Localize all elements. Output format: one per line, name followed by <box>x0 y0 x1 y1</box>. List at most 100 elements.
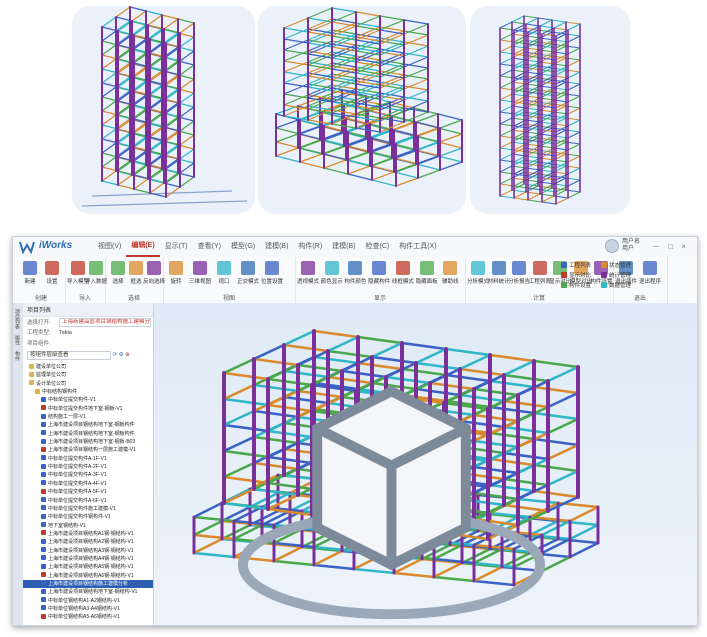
menu-item[interactable]: 模型(G) <box>226 237 260 257</box>
tree-item[interactable]: 上海市建设项目钢结构地下室-钢板构件 <box>23 430 153 438</box>
tree-item[interactable]: 中标单位提交构件A-3F-V1 <box>23 471 153 479</box>
tree-item[interactable]: 上海市建设项目钢结构A5钢-钢结构-V1 <box>23 563 153 571</box>
ribbon-button[interactable]: 隐藏构件 <box>368 261 390 285</box>
menu-item[interactable]: 建模(B) <box>327 237 360 257</box>
ribbon-button[interactable]: 线框模式 <box>392 261 414 285</box>
settings-icon[interactable]: ⚙ <box>119 352 124 358</box>
tree-item[interactable]: 上海市建设项目钢结构地下室-钢板构件 <box>23 421 153 429</box>
menu-item[interactable]: 显示(T) <box>160 237 193 257</box>
tree-item[interactable]: 中标结构钢构件 <box>23 388 153 396</box>
menu-item[interactable]: 检查(C) <box>361 237 395 257</box>
ribbon-button-label: 视口 <box>218 279 230 285</box>
ribbon-button[interactable]: 旋转 <box>165 261 187 285</box>
group-row: 项目组件: <box>23 339 153 350</box>
file-icon <box>41 597 46 603</box>
window-controls[interactable]: － □ × <box>652 241 689 252</box>
ribbon-button[interactable]: 视口 <box>213 261 235 285</box>
ribbon-small-button[interactable]: 状态管理 <box>601 261 631 269</box>
ribbon-button[interactable]: 颜色显示 <box>321 261 343 285</box>
tree-item[interactable]: 中标单位钢结构A3-A4钢结构-V1 <box>23 605 153 613</box>
iworks-logo-icon <box>19 241 35 254</box>
ribbon-button[interactable]: 导入数据 <box>85 261 107 285</box>
ribbon-button[interactable]: 正交模式 <box>237 261 259 285</box>
tree-item[interactable]: 中标单位提交构件A-6F-V1 <box>23 497 153 505</box>
tree-item[interactable]: 中标单位提交构件A-2F-V1 <box>23 463 153 471</box>
menu-item[interactable]: 建模(B) <box>260 237 293 257</box>
side-tab[interactable]: 构件 <box>14 351 21 361</box>
tree-item-label: 上海市建设项目钢结构A6钢-钢结构-V1 <box>48 572 134 579</box>
file-icon <box>41 513 46 519</box>
ribbon-button[interactable]: 反向选择 <box>143 261 165 285</box>
user-area[interactable]: 用户名 用户 － □ × <box>605 239 689 253</box>
menu-item[interactable]: 查看(Y) <box>193 237 226 257</box>
filter-dropdown[interactable]: 按组件层级查看 <box>27 351 111 360</box>
file-icon <box>41 530 46 536</box>
small-button-label: 数据管理 <box>609 283 632 289</box>
tree-item[interactable]: 结构施工一层-V1 <box>23 413 153 421</box>
tree-item-label: 中标单位提交构件A-2F-V1 <box>48 464 107 471</box>
avatar[interactable] <box>605 239 620 253</box>
tree-item[interactable]: 上海市建设项目钢结构A1钢-钢结构-V1 <box>23 530 153 538</box>
tree-item[interactable]: 上海市建设项目钢结构地下室-钢板-B03 <box>23 438 153 446</box>
tree-item[interactable]: 中标单位提交构件A-4F-V1 <box>23 480 153 488</box>
ribbon-small-button[interactable]: 工程列表 <box>561 261 591 269</box>
ribbon-button[interactable]: 分析模式 <box>467 261 489 285</box>
tree-item[interactable]: 上海市建设项目钢结构地下室-钢结构-V1 <box>23 588 153 596</box>
ribbon-small-button[interactable]: 构件设置 <box>561 281 591 289</box>
ribbon-button[interactable]: 辅助线 <box>439 261 461 285</box>
ribbon-small-button[interactable]: 数据管理 <box>601 281 631 289</box>
ribbon-button[interactable]: 工程列表 <box>529 261 551 285</box>
tree-item[interactable]: 中标单位提交构件A-1F-V1 <box>23 455 153 463</box>
ribbon-button[interactable]: 材料统计 <box>488 261 510 285</box>
menu-item[interactable]: 视图(V) <box>93 237 126 257</box>
tree-item[interactable]: 地下室钢结构-V1 <box>23 522 153 530</box>
file-icon <box>41 480 46 486</box>
tool-icon <box>129 261 143 275</box>
tree-item[interactable]: 上海市建设项目钢结构一层施工建模-V1 <box>23 446 153 454</box>
side-tab[interactable]: 项目列表 <box>14 309 21 329</box>
tree-item[interactable]: 上海市建设项目钢结构A2钢-钢结构-V1 <box>23 538 153 546</box>
ribbon-button[interactable]: 三维视图 <box>189 261 211 285</box>
tool-icon <box>471 261 485 275</box>
small-tool-icon <box>601 262 607 268</box>
tree-item[interactable]: 中标单位提交构件-V1 <box>23 396 153 404</box>
ribbon-button[interactable]: 新建 <box>19 261 41 285</box>
ribbon-button[interactable]: 设置 <box>41 261 63 285</box>
tool-icon <box>395 261 410 275</box>
tree-item[interactable]: 中标单位提交构件地下室-钢板-V1 <box>23 405 153 413</box>
tree-item[interactable]: 中标单位钢结构A5-A6钢结构-V1 <box>23 613 153 621</box>
file-icon <box>41 555 46 561</box>
tree-item[interactable]: 中标单位提交构件钢构件-V1 <box>23 513 153 521</box>
ribbon-small-button[interactable]: 显示对比 <box>561 271 591 279</box>
tree-item[interactable]: 中标单位提交构件A-5F-V1 <box>23 488 153 496</box>
tree-item[interactable]: 上海市建设项目钢结构A6钢-钢结构-V1 <box>23 572 153 580</box>
ribbon-button[interactable]: 构件颜色 <box>344 261 366 285</box>
file-icon <box>41 471 46 477</box>
menu-item[interactable]: 构件(R) <box>293 237 327 257</box>
tree-item[interactable]: 中标单位钢结构A1-A2钢结构-V1 <box>23 597 153 605</box>
tree-item[interactable]: 上海市建设项目钢结构施工建模分析 <box>23 579 153 589</box>
ribbon-button[interactable]: 分析报告 <box>508 261 530 285</box>
tree-item[interactable]: 监理单位公司 <box>23 371 153 379</box>
project-tree: 建设单位公司 监理单位公司 设计单位公司 中标结构钢构件 中标单位提交构件-V1 中标单位… <box>23 363 153 625</box>
ribbon-button[interactable]: 隐藏面板 <box>416 261 438 285</box>
tree-item[interactable]: 建设单位公司 <box>23 363 153 371</box>
refresh-icon[interactable]: ⟳ <box>113 352 118 358</box>
tree-item-label: 中标单位钢结构A5-A6钢结构-V1 <box>48 614 120 621</box>
tree-item[interactable]: 上海市建设项目钢结构A3钢-钢结构-V1 <box>23 547 153 555</box>
ribbon-small-button[interactable]: 统计管理 <box>601 271 631 279</box>
ribbon-button[interactable]: 退出程序 <box>639 261 661 285</box>
view-cube-icon[interactable] <box>154 317 663 625</box>
tree-item[interactable]: 上海市建设项目钢结构A4钢-钢结构-V1 <box>23 555 153 563</box>
menu-item[interactable]: 编辑(E) <box>126 237 160 257</box>
project-panel: 项目列表 选择打开: 上海新建高层项目钢结构施工建模分析 工程类型: Tekla 项… <box>23 303 154 625</box>
side-tab[interactable]: 属性 <box>14 335 21 345</box>
ribbon-button[interactable]: 透视模式 <box>297 261 319 285</box>
menu-item[interactable]: 构件工具(X) <box>394 237 441 257</box>
tree-item[interactable]: 设计单位公司 <box>23 380 153 388</box>
ribbon-button[interactable]: 位置设置 <box>261 261 283 285</box>
add-icon[interactable]: ⊕ <box>125 352 130 358</box>
tree-item[interactable]: 中标单位提交构件施工建模-V1 <box>23 505 153 513</box>
project-select[interactable]: 上海新建高层项目钢结构施工建模分析 <box>59 318 151 327</box>
3d-viewport[interactable] <box>154 303 697 625</box>
